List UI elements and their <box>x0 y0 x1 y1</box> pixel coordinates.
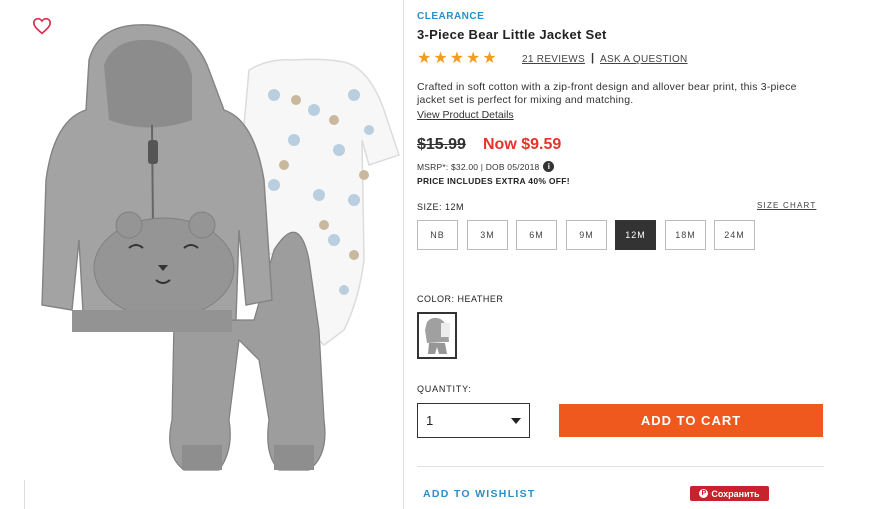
clearance-badge: CLEARANCE <box>417 11 485 22</box>
msrp-text: MSRP*: $32.00 | DOB 05/2018 <box>417 161 540 172</box>
size-option-6m[interactable]: 6M <box>516 220 557 250</box>
star-icon: ★ <box>449 50 465 67</box>
reviews-link[interactable]: 21 REVIEWS <box>522 54 585 65</box>
size-option-9m[interactable]: 9M <box>566 220 607 250</box>
size-option-nb[interactable]: NB <box>417 220 458 250</box>
size-option-12m[interactable]: 12M <box>615 220 656 250</box>
view-details-link[interactable]: View Product Details <box>417 109 514 121</box>
original-price: $15.99 <box>417 136 466 153</box>
color-swatch-heather[interactable] <box>417 312 457 359</box>
msrp-line: MSRP*: $32.00 | DOB 05/2018 i <box>417 161 555 172</box>
size-option-18m[interactable]: 18M <box>665 220 706 250</box>
star-icon: ★ <box>433 50 448 67</box>
star-icon: ★ <box>466 50 481 67</box>
size-label: SIZE: 12M <box>417 202 465 212</box>
quantity-select[interactable]: 1 <box>417 403 530 438</box>
info-icon[interactable]: i <box>543 161 555 172</box>
product-description: Crafted in soft cotton with a zip-front … <box>417 81 797 106</box>
ask-question-link[interactable]: ASK A QUESTION <box>600 54 688 65</box>
quantity-label: QUANTITY: <box>417 384 472 394</box>
size-option-3m[interactable]: 3M <box>467 220 508 250</box>
pinterest-save-button[interactable]: P Сохранить <box>690 486 769 501</box>
size-chart-link[interactable]: SIZE CHART <box>757 201 816 210</box>
panel-divider <box>24 480 25 509</box>
rating-stars[interactable]: ★ ★ ★ ★ ★ <box>417 51 497 67</box>
add-to-cart-button[interactable]: ADD TO CART <box>559 404 823 437</box>
sale-price: Now $9.59 <box>483 136 562 153</box>
pinterest-icon: P <box>699 489 709 498</box>
section-divider <box>417 466 824 467</box>
color-label: COLOR: HEATHER <box>417 294 504 304</box>
link-separator: | <box>591 52 595 64</box>
product-image-panel <box>24 0 404 509</box>
product-image[interactable] <box>24 0 404 480</box>
price-note: PRICE INCLUDES EXTRA 40% OFF! <box>417 176 570 186</box>
quantity-value: 1 <box>426 413 434 428</box>
add-to-wishlist-link[interactable]: ADD TO WISHLIST <box>423 488 536 500</box>
chevron-down-icon <box>511 418 521 424</box>
pinterest-save-label: Сохранить <box>711 488 760 499</box>
hoodie-image <box>41 24 273 332</box>
star-icon: ★ <box>417 50 432 67</box>
size-option-24m[interactable]: 24M <box>714 220 755 250</box>
star-icon: ★ <box>482 50 497 67</box>
swatch-thumbnail <box>425 317 450 354</box>
product-title: 3-Piece Bear Little Jacket Set <box>417 27 607 42</box>
